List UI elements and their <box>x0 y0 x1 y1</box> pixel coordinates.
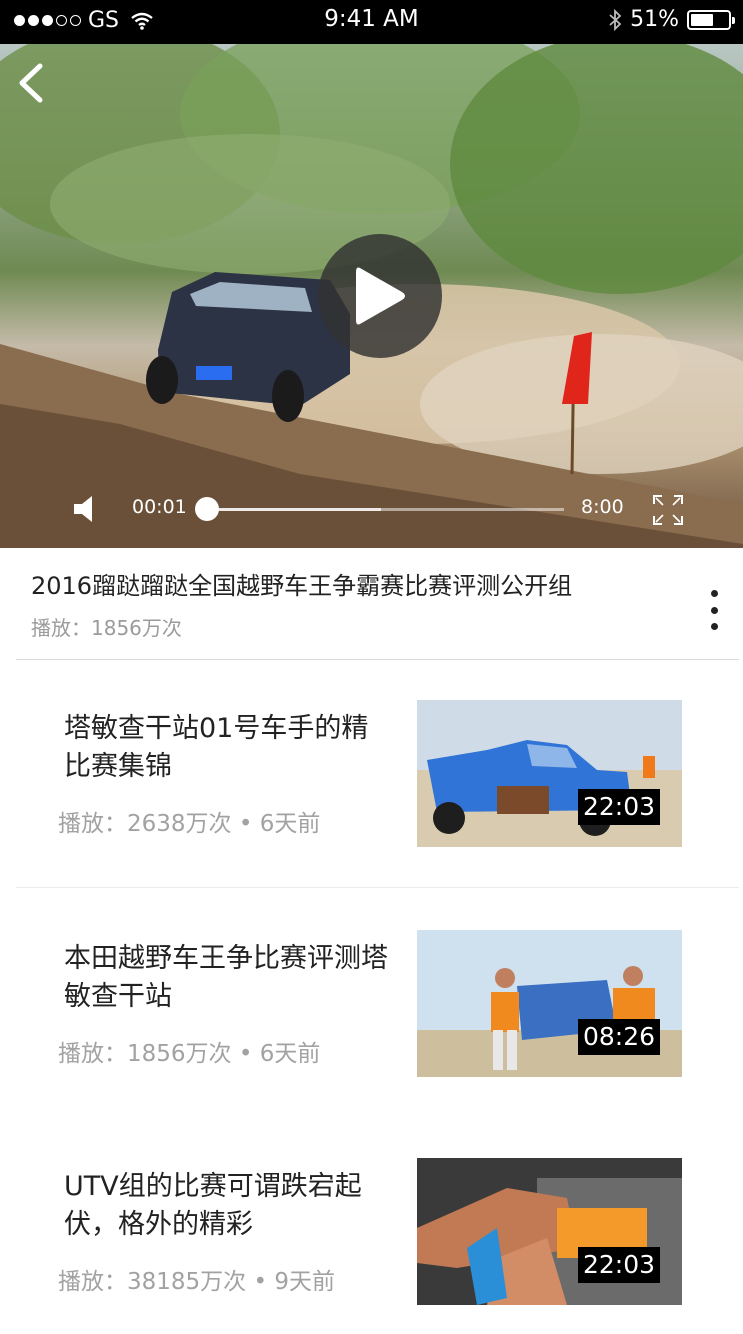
play-icon <box>356 267 405 325</box>
fullscreen-icon[interactable] <box>652 494 684 526</box>
list-item[interactable]: UTV组的比赛可谓跌宕起伏，格外的精彩 播放：38185万次 • 9天前 22:… <box>0 1158 743 1308</box>
item-title: 塔敏查干站01号车手的精比赛集锦 <box>64 713 369 782</box>
list-item[interactable]: 塔敏查干站01号车手的精比赛集锦 播放：2638万次 • 6天前 22:03 <box>0 700 743 850</box>
video-play-count: 播放：1856万次 <box>31 616 182 640</box>
battery-percent: 51% <box>630 7 679 32</box>
battery-icon <box>687 9 735 30</box>
duration-badge: 22:03 <box>577 1247 660 1283</box>
duration-badge: 08:26 <box>577 1019 660 1055</box>
buffered-bar <box>206 508 382 511</box>
more-vertical-icon <box>710 623 718 630</box>
video-thumbnail[interactable]: 22:03 <box>417 700 682 847</box>
more-vertical-icon <box>710 590 718 597</box>
video-thumbnail[interactable]: 22:03 <box>417 1158 682 1305</box>
more-options-button[interactable] <box>700 590 728 630</box>
divider <box>16 659 739 660</box>
back-button[interactable] <box>10 58 50 108</box>
list-item[interactable]: 本田越野车王争比赛评测塔敏查干站 播放：1856万次 • 6天前 08:26 <box>0 930 743 1080</box>
bluetooth-icon <box>609 8 622 31</box>
video-thumbnail[interactable]: 08:26 <box>417 930 682 1077</box>
video-title: 2016蹓跶蹓跶全国越野车王争霸赛比赛评测公开组 <box>31 572 573 600</box>
current-time: 00:01 <box>132 496 187 518</box>
status-bar: GS 9:41 AM 51% <box>0 0 743 44</box>
item-meta: 播放：1856万次 • 6天前 <box>58 1041 321 1067</box>
item-title: 本田越野车王争比赛评测塔敏查干站 <box>64 943 388 1012</box>
seek-handle[interactable] <box>194 497 219 521</box>
item-meta: 播放：38185万次 • 9天前 <box>58 1269 335 1295</box>
divider <box>16 887 739 888</box>
item-meta: 播放：2638万次 • 6天前 <box>58 811 321 837</box>
total-time: 8:00 <box>581 496 624 518</box>
video-player[interactable]: 00:01 8:00 <box>0 44 743 548</box>
more-vertical-icon <box>710 606 718 614</box>
seek-bar[interactable] <box>206 508 564 511</box>
play-button[interactable] <box>318 234 442 358</box>
item-title: UTV组的比赛可谓跌宕起伏，格外的精彩 <box>64 1171 362 1240</box>
speaker-icon[interactable] <box>72 494 108 524</box>
duration-badge: 22:03 <box>577 789 660 825</box>
player-controls: 00:01 8:00 <box>0 484 743 536</box>
